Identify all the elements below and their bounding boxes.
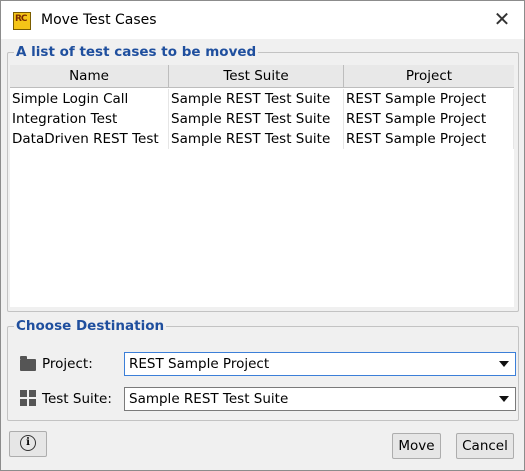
project-select[interactable]: REST Sample Project (124, 352, 516, 376)
cell-test-suite: Sample REST Test Suite (169, 109, 344, 129)
window-title: Move Test Cases (41, 12, 157, 28)
chevron-down-icon[interactable] (499, 396, 509, 402)
test-cases-table: Name Test Suite Project Simple Login Cal… (10, 65, 514, 307)
cell-test-suite: Sample REST Test Suite (169, 89, 344, 109)
column-header-project[interactable]: Project (344, 65, 514, 87)
test-suite-label: Test Suite: (42, 391, 112, 407)
move-test-cases-dialog: RC Move Test Cases ✕ A list of test case… (0, 0, 525, 471)
project-label: Project: (42, 356, 93, 372)
folder-icon (20, 356, 36, 371)
cell-project: REST Sample Project (344, 89, 514, 109)
cell-name: Simple Login Call (10, 89, 169, 109)
project-select-value: REST Sample Project (129, 356, 270, 372)
info-icon: i (20, 435, 36, 451)
title-bar: RC Move Test Cases ✕ (1, 1, 524, 39)
app-icon: RC (13, 12, 31, 30)
cell-name: Integration Test (10, 109, 169, 129)
cell-project: REST Sample Project (344, 109, 514, 129)
column-header-test-suite[interactable]: Test Suite (169, 65, 344, 87)
move-button[interactable]: Move (392, 433, 441, 459)
test-suite-select-value: Sample REST Test Suite (129, 391, 289, 407)
cell-project: REST Sample Project (344, 129, 514, 149)
destination-legend: Choose Destination (14, 318, 167, 334)
test-cases-legend: A list of test cases to be moved (14, 44, 259, 60)
chevron-down-icon[interactable] (499, 361, 509, 367)
test-suite-select[interactable]: Sample REST Test Suite (124, 387, 516, 411)
cancel-button[interactable]: Cancel (456, 433, 514, 459)
column-header-name[interactable]: Name (10, 65, 169, 87)
grid-icon (20, 390, 36, 406)
test-cases-group: A list of test cases to be moved Name Te… (7, 44, 519, 312)
table-header: Name Test Suite Project (10, 65, 514, 88)
table-row[interactable]: Simple Login Call Sample REST Test Suite… (10, 89, 514, 109)
info-button[interactable]: i (9, 431, 47, 457)
destination-group: Choose Destination Project: REST Sample … (7, 318, 519, 421)
table-row[interactable]: DataDriven REST Test Sample REST Test Su… (10, 129, 514, 149)
table-row[interactable]: Integration Test Sample REST Test Suite … (10, 109, 514, 129)
cell-name: DataDriven REST Test (10, 129, 169, 149)
cell-test-suite: Sample REST Test Suite (169, 129, 344, 149)
close-icon[interactable]: ✕ (492, 9, 512, 29)
